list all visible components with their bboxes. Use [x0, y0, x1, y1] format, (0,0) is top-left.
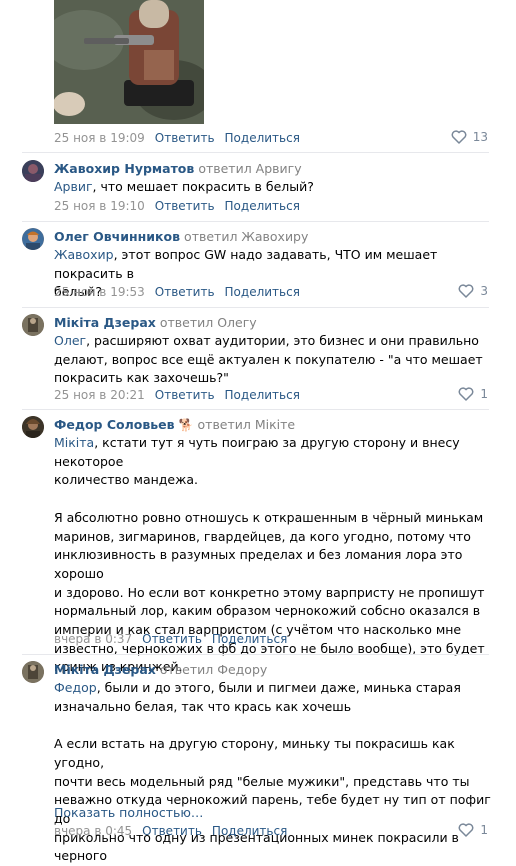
author-name[interactable]: Мікіта Дзерах: [54, 315, 156, 330]
share-button[interactable]: Поделиться: [225, 199, 300, 213]
like-count: 13: [472, 130, 488, 144]
avatar-image: [22, 228, 44, 250]
avatar[interactable]: [22, 661, 44, 683]
comment-text: Олег, расширяют охват аудитории, это биз…: [54, 333, 483, 386]
reply-button[interactable]: Ответить: [142, 824, 202, 838]
divider: [22, 409, 489, 410]
like-count: 3: [480, 284, 488, 298]
addressee-link[interactable]: Олег: [54, 333, 86, 348]
show-more-link[interactable]: Показать полностью…: [54, 804, 494, 823]
avatar[interactable]: [22, 314, 44, 336]
share-button[interactable]: Поделиться: [225, 285, 300, 299]
comment-meta: вчера в 0:37 Ответить Поделиться: [54, 632, 287, 646]
avatar[interactable]: [22, 416, 44, 438]
divider: [22, 307, 489, 308]
comment-meta: 25 ноя в 20:21 Ответить Поделиться: [54, 388, 300, 402]
heart-icon: [458, 284, 474, 298]
avatar-image: [22, 661, 44, 683]
share-button[interactable]: Поделиться: [212, 632, 287, 646]
avatar-image: [22, 160, 44, 182]
addressee-link[interactable]: Арвиг: [54, 179, 93, 194]
author-name[interactable]: Федор Соловьев: [54, 417, 175, 432]
reply-button[interactable]: Ответить: [155, 199, 215, 213]
avatar-image: [22, 416, 44, 438]
reply-button[interactable]: Ответить: [155, 388, 215, 402]
divider: [22, 152, 489, 153]
addressee-link[interactable]: Жавохир: [54, 247, 114, 262]
author-name[interactable]: Олег Овчинников: [54, 229, 180, 244]
avatar[interactable]: [22, 160, 44, 182]
comment-header: Федор Соловьев 🐕 ответил Мікіте: [54, 417, 295, 432]
divider: [22, 654, 489, 655]
reply-button[interactable]: Ответить: [155, 131, 215, 145]
heart-icon: [458, 823, 474, 837]
replied-to[interactable]: ответил Мікіте: [198, 417, 296, 432]
heart-icon: [458, 387, 474, 401]
like-button[interactable]: 3: [458, 284, 488, 298]
comment-meta: вчера в 0:45 Ответить Поделиться: [54, 824, 287, 838]
comment-date: 25 ноя в 19:09: [54, 131, 145, 145]
comment-header: Мікіта Дзерах ответил Федору: [54, 662, 267, 677]
divider: [22, 221, 489, 222]
author-name[interactable]: Мікіта Дзерах: [54, 662, 156, 677]
reply-button[interactable]: Ответить: [142, 632, 202, 646]
comment-meta: 25 ноя в 19:10 Ответить Поделиться: [54, 199, 300, 213]
top-comment-meta: 25 ноя в 19:09 Ответить Поделиться: [54, 131, 300, 145]
avatar-image: [22, 314, 44, 336]
comment-date: 25 ноя в 19:53: [54, 285, 145, 299]
like-button[interactable]: 1: [458, 387, 488, 401]
replied-to[interactable]: ответил Жавохиру: [184, 229, 308, 244]
comment-text: Арвиг, что мешает покрасить в белый?: [54, 179, 314, 194]
author-name[interactable]: Жавохир Нурматов: [54, 161, 194, 176]
heart-icon: [451, 130, 467, 144]
reply-button[interactable]: Ответить: [155, 285, 215, 299]
like-count: 1: [480, 387, 488, 401]
comment-date: 25 ноя в 20:21: [54, 388, 145, 402]
comment-header: Олег Овчинников ответил Жавохиру: [54, 229, 308, 244]
comment-date: вчера в 0:37: [54, 632, 133, 646]
comment-date: 25 ноя в 19:10: [54, 199, 145, 213]
like-count: 1: [480, 823, 488, 837]
comment-date: вчера в 0:45: [54, 824, 133, 838]
like-button[interactable]: 13: [451, 130, 488, 144]
share-button[interactable]: Поделиться: [225, 131, 300, 145]
share-button[interactable]: Поделиться: [212, 824, 287, 838]
comment-meta: 25 ноя в 19:53 Ответить Поделиться: [54, 285, 300, 299]
comment-header: Жавохир Нурматов ответил Арвигу: [54, 161, 302, 176]
like-button[interactable]: 1: [458, 823, 488, 837]
replied-to[interactable]: ответил Олегу: [160, 315, 257, 330]
share-button[interactable]: Поделиться: [225, 388, 300, 402]
author-badge: 🐕: [178, 418, 194, 432]
replied-to[interactable]: ответил Федору: [160, 662, 267, 677]
comment-header: Мікіта Дзерах ответил Олегу: [54, 315, 257, 330]
addressee-link[interactable]: Мікіта: [54, 435, 94, 450]
miniature-photo-image: [54, 0, 204, 124]
addressee-link[interactable]: Федор: [54, 680, 97, 695]
avatar[interactable]: [22, 228, 44, 250]
replied-to[interactable]: ответил Арвигу: [198, 161, 301, 176]
comment-photo[interactable]: [54, 0, 204, 124]
